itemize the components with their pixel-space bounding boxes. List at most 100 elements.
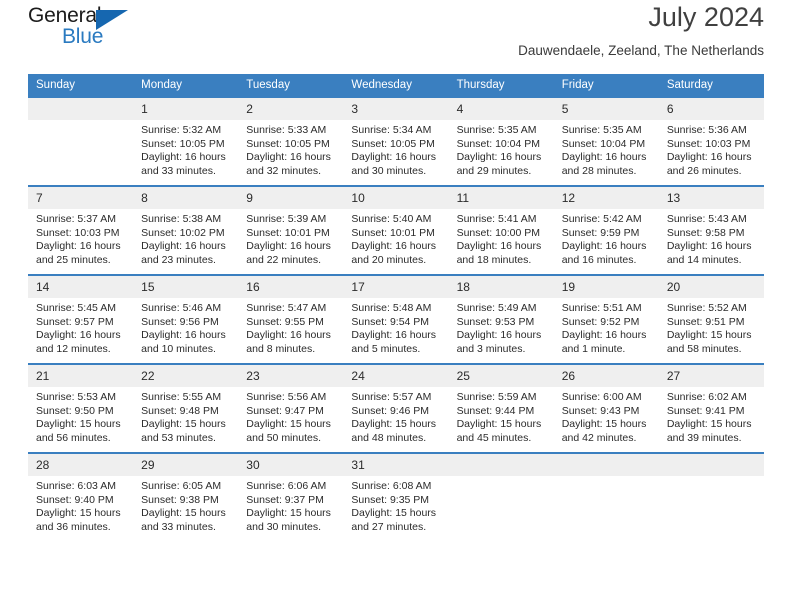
calendar-week-row: 21 Sunrise: 5:53 AM Sunset: 9:50 PM Dayligh… [28, 363, 764, 453]
weekday-header-tuesday: Tuesday [238, 74, 344, 97]
calendar-day-cell[interactable]: 21 Sunrise: 5:53 AM Sunset: 9:50 PM Dayligh… [28, 363, 134, 453]
day-sun-info: Sunrise: 5:52 AM Sunset: 9:51 PM Daylight:… [659, 298, 764, 356]
daylight-text-line1: Daylight: 16 hours [351, 240, 437, 253]
calendar-day-cell[interactable]: 5 Sunrise: 5:35 AM Sunset: 10:04 PM Dayligh… [553, 96, 659, 186]
sunset-text: Sunset: 9:59 PM [561, 226, 640, 239]
calendar-day-cell[interactable]: 24 Sunrise: 5:57 AM Sunset: 9:46 PM Dayligh… [343, 363, 449, 453]
calendar-day-cell[interactable]: 4 Sunrise: 5:35 AM Sunset: 10:04 PM Dayligh… [448, 96, 554, 186]
calendar-day-cell[interactable]: 20 Sunrise: 5:52 AM Sunset: 9:51 PM Dayligh… [658, 274, 764, 364]
daylight-text-line1: Daylight: 16 hours [351, 329, 437, 342]
sunset-text: Sunset: 10:05 PM [141, 137, 225, 150]
day-sun-info: Sunrise: 6:08 AM Sunset: 9:35 PM Daylight:… [343, 476, 448, 534]
sunset-text: Sunset: 10:01 PM [351, 226, 435, 239]
day-number: 8 [133, 187, 239, 209]
sunset-text: Sunset: 9:51 PM [666, 315, 745, 328]
calendar-day-cell[interactable]: 27 Sunrise: 6:02 AM Sunset: 9:41 PM Dayligh… [658, 363, 764, 453]
daylight-text-line2: and 58 minutes. [666, 342, 742, 355]
calendar-day-cell[interactable]: 18 Sunrise: 5:49 AM Sunset: 9:53 PM Dayligh… [448, 274, 554, 364]
daylight-text-line1: Daylight: 16 hours [36, 240, 121, 253]
calendar-day-cell[interactable]: 10 Sunrise: 5:40 AM Sunset: 10:01 PM Daylig… [343, 185, 449, 275]
day-sun-info: Sunrise: 5:48 AM Sunset: 9:54 PM Daylight:… [343, 298, 448, 356]
calendar-day-cell[interactable]: 1 Sunrise: 5:32 AM Sunset: 10:05 PM Dayligh… [133, 96, 239, 186]
sunrise-text: Sunrise: 5:43 AM [666, 213, 747, 225]
daylight-text-line2: and 10 minutes. [141, 342, 216, 355]
day-sun-info: Sunrise: 5:40 AM Sunset: 10:01 PM Daylight… [343, 209, 448, 267]
calendar-day-cell[interactable]: 30 Sunrise: 6:06 AM Sunset: 9:37 PM Dayligh… [238, 452, 344, 542]
daylight-text-line1: Daylight: 15 hours [351, 418, 437, 431]
day-number: 21 [28, 365, 134, 387]
daylight-text-line1: Daylight: 16 hours [456, 329, 542, 342]
daylight-text-line2: and 20 minutes. [351, 253, 427, 266]
daylight-text-line2: and 30 minutes. [246, 520, 321, 533]
daylight-text-line2: and 22 minutes. [246, 253, 321, 266]
calendar-day-cell[interactable]: 23 Sunrise: 5:56 AM Sunset: 9:47 PM Dayligh… [238, 363, 344, 453]
day-sun-info: Sunrise: 5:39 AM Sunset: 10:01 PM Daylight… [238, 209, 343, 267]
calendar-day-cell[interactable]: 6 Sunrise: 5:36 AM Sunset: 10:03 PM Dayligh… [658, 96, 764, 186]
calendar-header-row: Sunday Monday Tuesday Wednesday Thursday Frid… [28, 74, 764, 97]
daylight-text-line1: Daylight: 15 hours [36, 418, 121, 431]
calendar-day-cell[interactable]: 2 Sunrise: 5:33 AM Sunset: 10:05 PM Dayligh… [238, 96, 344, 186]
day-sun-info: Sunrise: 6:03 AM Sunset: 9:40 PM Daylight:… [28, 476, 133, 534]
daylight-text-line2: and 26 minutes. [666, 164, 742, 177]
daylight-text-line2: and 53 minutes. [141, 431, 216, 444]
calendar-day-cell[interactable]: 7 Sunrise: 5:37 AM Sunset: 10:03 PM Dayligh… [28, 185, 134, 275]
daylight-text-line2: and 27 minutes. [351, 520, 427, 533]
day-number: 2 [238, 98, 344, 120]
calendar-day-cell[interactable]: 15 Sunrise: 5:46 AM Sunset: 9:56 PM Dayligh… [133, 274, 239, 364]
daylight-text-line1: Daylight: 15 hours [666, 329, 752, 342]
calendar-day-cell[interactable]: 9 Sunrise: 5:39 AM Sunset: 10:01 PM Dayligh… [238, 185, 344, 275]
day-number: 4 [448, 98, 554, 120]
calendar-day-cell[interactable]: 12 Sunrise: 5:42 AM Sunset: 9:59 PM Dayligh… [553, 185, 659, 275]
day-number [448, 454, 554, 476]
daylight-text-line1: Daylight: 16 hours [456, 240, 542, 253]
daylight-text-line2: and 45 minutes. [456, 431, 532, 444]
calendar-day-cell[interactable]: 28 Sunrise: 6:03 AM Sunset: 9:40 PM Dayligh… [28, 452, 134, 542]
day-number: 29 [133, 454, 239, 476]
sunrise-text: Sunrise: 5:34 AM [351, 124, 432, 136]
calendar-day-cell[interactable]: 3 Sunrise: 5:34 AM Sunset: 10:05 PM Dayligh… [343, 96, 449, 186]
calendar-day-cell[interactable]: 8 Sunrise: 5:38 AM Sunset: 10:02 PM Dayligh… [133, 185, 239, 275]
day-number: 28 [28, 454, 134, 476]
day-number: 6 [658, 98, 764, 120]
day-number: 27 [658, 365, 764, 387]
sunrise-text: Sunrise: 5:48 AM [351, 302, 432, 314]
logo-text-general: General [28, 4, 102, 27]
calendar-day-cell[interactable]: 22 Sunrise: 5:55 AM Sunset: 9:48 PM Dayligh… [133, 363, 239, 453]
day-sun-info: Sunrise: 5:55 AM Sunset: 9:48 PM Daylight:… [133, 387, 238, 445]
day-sun-info: Sunrise: 5:59 AM Sunset: 9:44 PM Daylight:… [449, 387, 554, 445]
calendar-week-row: 14 Sunrise: 5:45 AM Sunset: 9:57 PM Dayligh… [28, 274, 764, 364]
sunset-text: Sunset: 9:44 PM [456, 404, 535, 417]
day-number: 1 [133, 98, 239, 120]
day-number [658, 454, 764, 476]
day-sun-info: Sunrise: 5:35 AM Sunset: 10:04 PM Daylight… [554, 120, 659, 178]
calendar-page: General Blue July 2024 Dauwendaele, Zeel… [0, 0, 792, 612]
daylight-text-line2: and 1 minute. [561, 342, 626, 355]
sunrise-text: Sunrise: 6:06 AM [246, 480, 327, 492]
sunrise-text: Sunrise: 5:53 AM [36, 391, 116, 403]
calendar-day-cell[interactable]: 31 Sunrise: 6:08 AM Sunset: 9:35 PM Dayligh… [343, 452, 449, 542]
sunset-text: Sunset: 9:38 PM [141, 493, 219, 506]
calendar-day-cell[interactable]: 13 Sunrise: 5:43 AM Sunset: 9:58 PM Dayligh… [658, 185, 764, 275]
weekday-header-saturday: Saturday [658, 74, 764, 97]
sunset-text: Sunset: 10:03 PM [666, 137, 751, 150]
daylight-text-line2: and 12 minutes. [36, 342, 111, 355]
calendar-day-cell[interactable]: 11 Sunrise: 5:41 AM Sunset: 10:00 PM Daylig… [448, 185, 554, 275]
calendar-day-cell[interactable]: 26 Sunrise: 6:00 AM Sunset: 9:43 PM Dayligh… [553, 363, 659, 453]
day-number: 9 [238, 187, 344, 209]
day-number: 7 [28, 187, 134, 209]
generalblue-logo[interactable]: General Blue [28, 4, 146, 56]
calendar-day-cell[interactable]: 25 Sunrise: 5:59 AM Sunset: 9:44 PM Dayligh… [448, 363, 554, 453]
calendar-day-cell[interactable]: 14 Sunrise: 5:45 AM Sunset: 9:57 PM Dayligh… [28, 274, 134, 364]
calendar-day-cell[interactable]: 17 Sunrise: 5:48 AM Sunset: 9:54 PM Dayligh… [343, 274, 449, 364]
calendar-day-cell[interactable]: 19 Sunrise: 5:51 AM Sunset: 9:52 PM Dayligh… [553, 274, 659, 364]
sunrise-text: Sunrise: 5:42 AM [561, 213, 642, 225]
daylight-text-line2: and 23 minutes. [141, 253, 216, 266]
sunrise-text: Sunrise: 5:55 AM [141, 391, 222, 403]
day-sun-info: Sunrise: 6:00 AM Sunset: 9:43 PM Daylight:… [554, 387, 659, 445]
day-sun-info: Sunrise: 5:56 AM Sunset: 9:47 PM Daylight:… [238, 387, 343, 445]
calendar-day-cell[interactable]: 16 Sunrise: 5:47 AM Sunset: 9:55 PM Dayligh… [238, 274, 344, 364]
daylight-text-line2: and 29 minutes. [456, 164, 532, 177]
day-number: 22 [133, 365, 239, 387]
daylight-text-line1: Daylight: 15 hours [456, 418, 542, 431]
calendar-day-cell[interactable]: 29 Sunrise: 6:05 AM Sunset: 9:38 PM Dayligh… [133, 452, 239, 542]
